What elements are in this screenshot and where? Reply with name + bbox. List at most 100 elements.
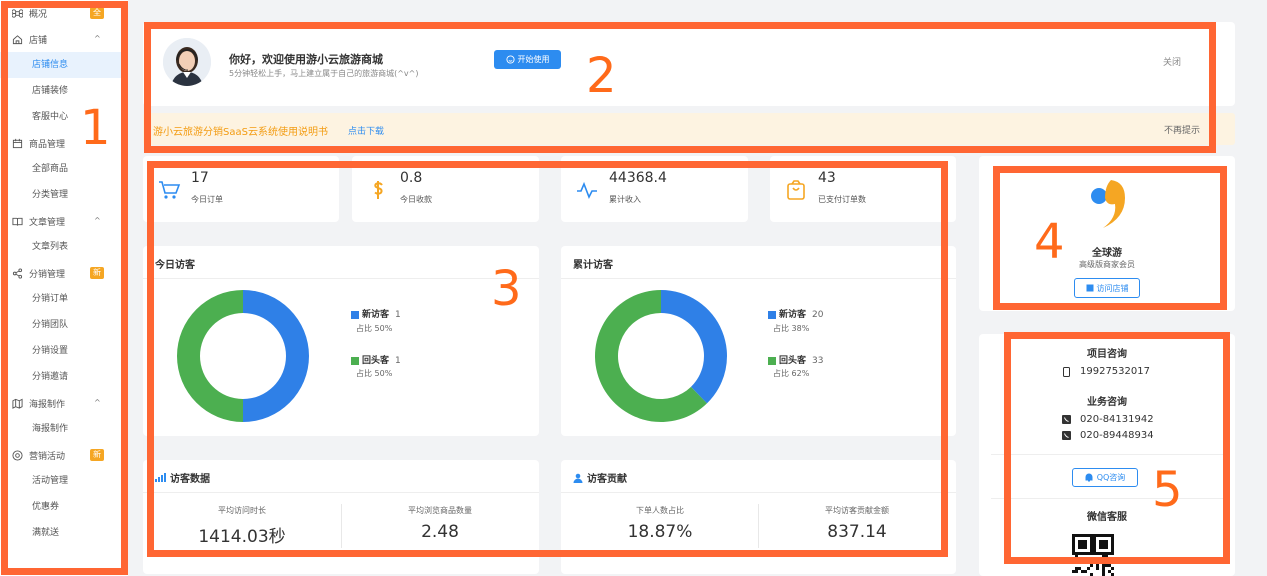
annotation-number-4: 4 [1034,214,1065,270]
donut-slice-new-visitor [243,290,309,422]
chevron-up-icon: ^ [94,398,101,407]
sidebar-group-label: 分销管理 [29,269,66,280]
metric-value: 18.87% [627,522,693,542]
sidebar-item-activity-manage[interactable]: 活动管理 [0,468,128,494]
sidebar-group-label: 商品管理 [29,139,66,150]
user-icon [573,473,583,483]
member-level: 高级版商家会员 [1079,260,1135,269]
metric-value: 2.48 [421,522,459,542]
sidebar-group-store[interactable]: 店铺 ^ [0,26,128,52]
visitor-contribution-panel: 访客贡献 下单人数占比 18.87% 平均访客贡献金额 837.14 [561,460,956,574]
avatar [163,38,211,86]
legend-swatch [351,310,359,319]
legend-new-visitor: 新访客 1 [351,307,401,320]
metric-value: 1414.03秒 [198,527,286,547]
phone-icon [1062,415,1071,424]
badge: 新 [90,449,104,461]
contact-card: 项目咨询 19927532017 业务咨询 020-84131942 020-8… [979,334,1235,576]
phone-number: 020-89448934 [1080,430,1154,441]
sidebar-item-coupons[interactable]: 优惠券 [0,494,128,520]
badge: 新 [90,267,104,279]
stat-value: 43 [818,170,836,186]
stat-value: 0.8 [400,170,423,186]
stat-label: 累计收入 [609,195,641,204]
metric-label: 平均访客贡献金额 [825,506,889,515]
sidebar-group-articles[interactable]: 文章管理 ^ [0,208,128,234]
project-phone: 19927532017 [1062,366,1150,377]
sidebar-item-categories[interactable]: 分类管理 [0,182,128,208]
start-button[interactable]: 开始使用 [494,50,561,69]
legend-percent: 占比 38% [773,324,810,333]
close-link[interactable]: 关闭 [1163,55,1181,68]
sidebar-item-distribution-settings[interactable]: 分销设置 [0,338,128,364]
divider [143,278,539,279]
legend-percent: 占比 50% [356,324,393,333]
legend-swatch [768,356,776,365]
stat-label: 已支付订单数 [818,195,866,204]
qq-consult-button[interactable]: QQ咨询 [1072,468,1138,487]
phone-number: 020-84131942 [1080,414,1154,425]
sidebar-group-marketing[interactable]: 营销活动 新 [0,442,128,468]
sidebar-item-all-products[interactable]: 全部商品 [0,156,128,182]
sidebar-item-full-gift[interactable]: 满就送 [0,520,128,546]
legend-label: 新访客 [362,310,390,320]
sidebar-item-store-info[interactable]: 店铺信息 [0,52,128,78]
cart-icon [157,178,181,202]
sidebar-group-label: 营销活动 [29,451,66,462]
visit-store-label: 访问店铺 [1096,283,1129,293]
welcome-card: 你好，欢迎使用游小云旅游商城 5分钟轻松上手，马上建立属于自己的旅游商城(^v^… [143,22,1235,106]
aperture-icon [12,449,23,461]
bell-icon [1085,473,1093,482]
sidebar-item-distribution-invite[interactable]: 分销邀请 [0,364,128,390]
sidebar-item-distribution-orders[interactable]: 分销订单 [0,286,128,312]
annotation-number-5: 5 [1152,462,1183,518]
business-consult-title: 业务咨询 [1087,397,1127,408]
smile-icon [505,55,515,64]
brand-card: 全球游 高级版商家会员 访问店铺 [979,156,1235,311]
home-icon [12,34,23,45]
metric-label: 平均访问时长 [218,506,266,515]
today-visitors-panel: 今日访客 新访客 1 占比 50% 回头客 1 占比 50% [143,246,539,436]
sidebar-group-posters[interactable]: 海报制作 ^ [0,390,128,416]
sidebar-item-distribution-team[interactable]: 分销团队 [0,312,128,338]
stat-value: 17 [191,170,209,186]
shopping-bag-icon [784,178,808,202]
badge: 全 [90,7,104,19]
wechat-qr-code [1072,534,1114,576]
wechat-service-title: 微信客服 [1087,512,1127,523]
panel-title-row: 访客数据 [155,470,210,485]
divider [143,492,539,493]
sidebar-group-overview[interactable]: 概况 全 [0,0,128,26]
legend-label: 新访客 [779,310,807,320]
sidebar-item-poster-make[interactable]: 海报制作 [0,416,128,442]
visit-store-button[interactable]: 访问店铺 [1074,278,1140,298]
welcome-title: 你好，欢迎使用游小云旅游商城 [229,53,383,66]
panel-title: 今日访客 [155,260,195,271]
notice-bar: 游小云旅游分销SaaS云系统使用说明书 点击下载 不再提示 [143,113,1235,145]
dollar-icon [366,178,390,202]
command-icon [12,8,23,19]
brand-name: 全球游 [1092,248,1122,259]
phone-icon [1062,431,1071,440]
notice-text: 游小云旅游分销SaaS云系统使用说明书 [153,127,328,138]
project-consult-title: 项目咨询 [1087,349,1127,360]
stat-card-total-income: 44368.4 累计收入 [561,156,748,222]
stat-card-today-orders: 17 今日订单 [143,156,339,222]
dismiss-link[interactable]: 不再提示 [1164,123,1200,136]
sidebar-item-article-list[interactable]: 文章列表 [0,234,128,260]
sidebar-group-distribution[interactable]: 分销管理 新 [0,260,128,286]
legend-label: 回头客 [362,356,390,366]
book-icon [12,216,23,227]
annotation-number-2: 2 [586,48,617,104]
sidebar-group-label: 概况 [29,9,48,20]
stat-card-today-revenue: 0.8 今日收款 [352,156,539,222]
annotation-number-1: 1 [80,100,111,156]
stat-label: 今日收款 [400,195,432,204]
calendar-icon [12,138,23,149]
panel-title: 访客数据 [170,474,210,485]
activity-icon [575,178,599,202]
download-link[interactable]: 点击下载 [348,124,384,137]
divider [991,454,1223,455]
legend-percent: 占比 62% [773,369,810,378]
panel-title: 访客贡献 [587,474,627,485]
